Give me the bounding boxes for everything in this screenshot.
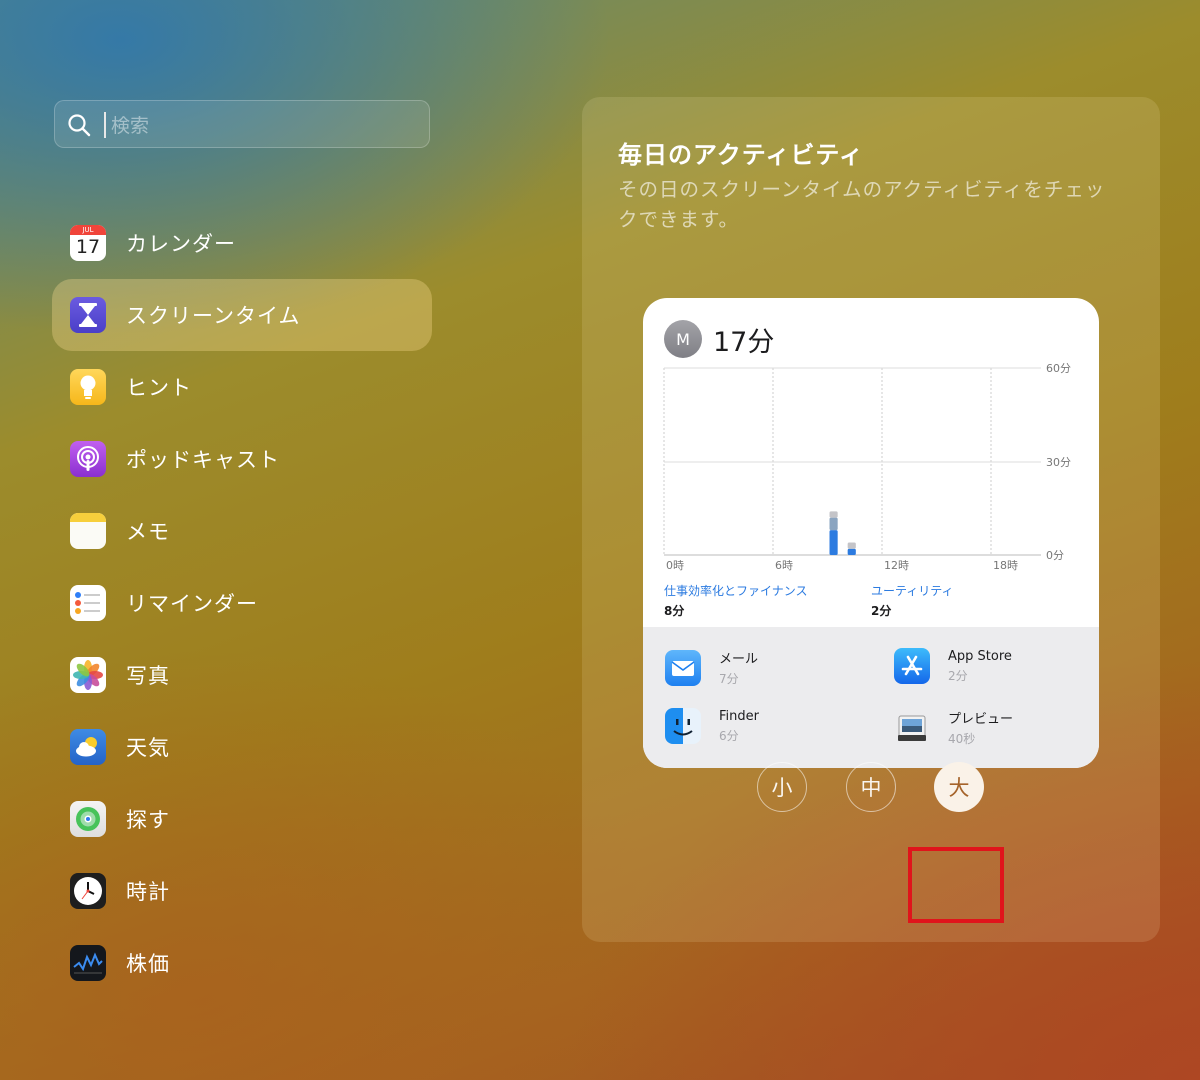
app-time: 7分 bbox=[719, 672, 739, 686]
hourglass-icon bbox=[70, 297, 106, 333]
bar-9h-segment-0 bbox=[829, 530, 838, 555]
sidebar-item-label: 天気 bbox=[126, 736, 170, 760]
finder-icon bbox=[665, 708, 701, 744]
calendar-icon: JUL 17 bbox=[70, 225, 106, 261]
sidebar-item-podcasts[interactable]: ポッドキャスト bbox=[52, 423, 432, 495]
app-time: 2分 bbox=[948, 668, 968, 683]
sidebar-item-label: 時計 bbox=[126, 880, 170, 904]
app-name: メール bbox=[719, 652, 759, 667]
find-my-icon bbox=[70, 801, 106, 837]
clock-icon bbox=[70, 873, 106, 909]
search-input[interactable] bbox=[109, 109, 413, 143]
sidebar-item-clock[interactable]: 時計 bbox=[52, 855, 432, 927]
screen-time-widget[interactable]: M 17分 60分 30分 0分 0時 6時 12時 18時 仕事効率化とファイ… bbox=[643, 298, 1099, 768]
lightbulb-icon bbox=[70, 369, 106, 405]
app-time: 6分 bbox=[719, 728, 739, 743]
sidebar-item-screen-time[interactable]: スクリーンタイム bbox=[52, 279, 432, 351]
notes-icon bbox=[70, 513, 106, 549]
sidebar-item-label: ポッドキャスト bbox=[126, 448, 280, 472]
size-medium-button[interactable]: 中 bbox=[846, 762, 896, 812]
size-large-button[interactable]: 大 bbox=[934, 762, 984, 812]
category-name: ユーティリティ bbox=[871, 584, 954, 598]
sidebar-item-label: 写真 bbox=[126, 664, 170, 688]
sidebar-item-photos[interactable]: 写真 bbox=[52, 639, 432, 711]
app-row-preview[interactable]: プレビュー 40秒 bbox=[894, 708, 1013, 747]
sidebar-item-label: メモ bbox=[126, 520, 170, 544]
text-caret bbox=[104, 112, 106, 138]
widget-title: 毎日のアクティビティ bbox=[618, 141, 864, 169]
sidebar-item-calendar[interactable]: JUL 17 カレンダー bbox=[52, 207, 432, 279]
bar-10h-segment-0 bbox=[847, 548, 856, 555]
search-field[interactable] bbox=[54, 100, 430, 148]
widget-app-list: JUL 17 カレンダー スクリーンタイム ヒント ポッドキャスト メモ リマイ… bbox=[52, 207, 432, 999]
chart-grid bbox=[663, 367, 1041, 556]
y-label-60: 60分 bbox=[1046, 362, 1071, 375]
sidebar-item-stocks[interactable]: 株価 bbox=[52, 927, 432, 999]
x-label-12: 12時 bbox=[884, 559, 909, 572]
widget-description: その日のスクリーンタイムのアクティビティをチェックできます。 bbox=[618, 178, 1106, 231]
weather-icon bbox=[70, 729, 106, 765]
mail-icon bbox=[665, 649, 701, 686]
bar-9h-segment-2 bbox=[829, 511, 838, 518]
widget-preview-panel: 毎日のアクティビティ その日のスクリーンタイムのアクティビティをチェックできます… bbox=[582, 97, 1160, 942]
sidebar-item-label: 探す bbox=[126, 808, 170, 832]
category-value: 2分 bbox=[871, 604, 892, 618]
stocks-icon bbox=[70, 945, 106, 981]
podcast-icon bbox=[70, 441, 106, 477]
bar-9h-segment-1 bbox=[829, 517, 838, 531]
search-icon bbox=[68, 114, 91, 137]
activity-chart: 60分 30分 0分 0時 6時 12時 18時 bbox=[663, 362, 1071, 572]
preview-icon bbox=[894, 710, 930, 746]
x-label-18: 18時 bbox=[993, 559, 1018, 572]
calendar-day: 17 bbox=[75, 236, 101, 258]
reminders-icon bbox=[70, 585, 106, 621]
app-store-icon bbox=[894, 648, 930, 684]
app-name: App Store bbox=[948, 648, 1012, 664]
app-row-app-store[interactable]: App Store 2分 bbox=[894, 648, 1012, 684]
category-value: 8分 bbox=[664, 604, 685, 618]
app-name: Finder bbox=[719, 708, 759, 724]
sidebar-item-notes[interactable]: メモ bbox=[52, 495, 432, 567]
sidebar-item-label: ヒント bbox=[126, 376, 192, 400]
x-label-0: 0時 bbox=[666, 559, 684, 572]
size-small-button[interactable]: 小 bbox=[757, 762, 807, 812]
sidebar-item-label: スクリーンタイム bbox=[126, 304, 301, 328]
notes-header bbox=[70, 513, 106, 522]
y-label-0: 0分 bbox=[1046, 549, 1064, 562]
photos-icon bbox=[70, 657, 106, 693]
sidebar-item-tips[interactable]: ヒント bbox=[52, 351, 432, 423]
app-row-mail[interactable]: メール 7分 bbox=[665, 648, 758, 687]
sidebar-item-reminders[interactable]: リマインダー bbox=[52, 567, 432, 639]
x-label-6: 6時 bbox=[775, 559, 793, 572]
sidebar-item-find-my[interactable]: 探す bbox=[52, 783, 432, 855]
chart-bars bbox=[829, 511, 856, 555]
sidebar-item-weather[interactable]: 天気 bbox=[52, 711, 432, 783]
sidebar-item-label: リマインダー bbox=[126, 592, 258, 616]
category-name: 仕事効率化とファイナンス bbox=[664, 584, 808, 598]
category-utilities: ユーティリティ 2分 bbox=[871, 582, 954, 619]
highlight-box bbox=[908, 847, 1004, 923]
bar-10h-segment-1 bbox=[847, 542, 856, 549]
app-name: プレビュー bbox=[948, 712, 1014, 727]
sidebar-item-label: カレンダー bbox=[126, 232, 236, 256]
app-time: 40秒 bbox=[948, 732, 976, 746]
calendar-month: JUL bbox=[70, 225, 106, 235]
app-row-finder[interactable]: Finder 6分 bbox=[665, 708, 759, 744]
sidebar-item-label: 株価 bbox=[126, 952, 170, 976]
app-usage-list: メール 7分 App Store 2分 Finder 6分 プレビュー 40秒 bbox=[643, 627, 1099, 768]
category-productivity: 仕事効率化とファイナンス 8分 bbox=[664, 582, 808, 619]
y-label-30: 30分 bbox=[1046, 456, 1071, 469]
